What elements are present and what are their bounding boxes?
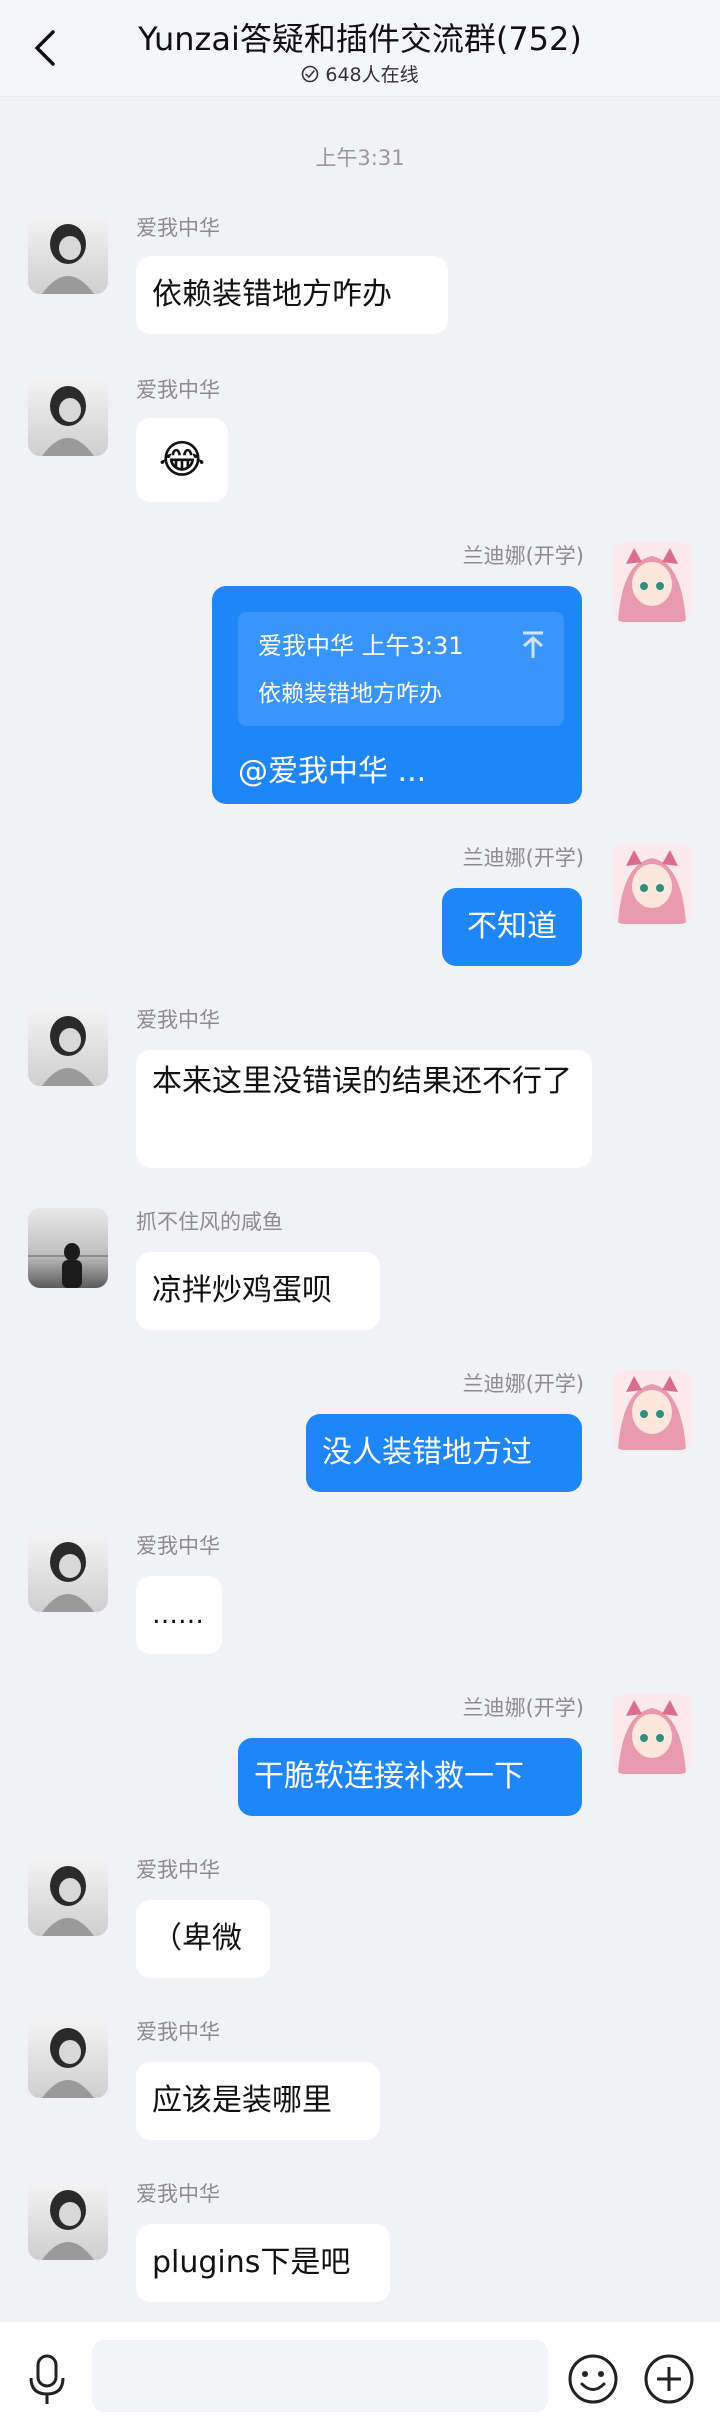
online-status: 648人在线 xyxy=(0,60,720,87)
quote-text: 依赖装错地方咋办 xyxy=(258,681,442,707)
message-bubble[interactable]: …… xyxy=(136,1576,222,1654)
avatar[interactable] xyxy=(28,2018,108,2098)
message-bubble[interactable]: 本来这里没错误的结果还不行了 xyxy=(136,1050,592,1168)
message-bubble[interactable]: 应该是装哪里 xyxy=(136,2062,380,2140)
avatar[interactable] xyxy=(28,1208,108,1288)
online-status-icon xyxy=(302,65,319,82)
sender-name: 兰迪娜(开学) xyxy=(462,1372,584,1396)
voice-button[interactable] xyxy=(22,2352,72,2408)
message-bubble[interactable]: 没人装错地方过 xyxy=(306,1414,582,1492)
message-bubble[interactable]: 干脆软连接补救一下 xyxy=(238,1738,582,1816)
sender-name: 爱我中华 xyxy=(136,378,220,402)
sender-name: 兰迪娜(开学) xyxy=(462,1696,584,1720)
voice-icon xyxy=(29,2354,65,2404)
sender-name: 爱我中华 xyxy=(136,216,220,240)
avatar[interactable] xyxy=(612,1370,692,1450)
quoted-message[interactable]: 爱我中华 上午3:31 依赖装错地方咋办 xyxy=(238,612,564,726)
message-bubble[interactable]: （卑微 xyxy=(136,1900,270,1978)
pin-up-icon xyxy=(523,631,543,658)
sender-name: 兰迪娜(开学) xyxy=(462,846,584,870)
emoji-icon xyxy=(568,2354,618,2404)
more-button[interactable] xyxy=(642,2352,696,2406)
sender-name: 爱我中华 xyxy=(136,2182,220,2206)
avatar[interactable] xyxy=(612,1694,692,1774)
reply-text: @爱我中华 ... xyxy=(238,754,427,789)
group-title[interactable]: Yunzai答疑和插件交流群(752) xyxy=(0,14,720,60)
avatar[interactable] xyxy=(28,1856,108,1936)
emoji-button[interactable] xyxy=(566,2352,620,2406)
avatar[interactable] xyxy=(612,844,692,924)
message-bubble[interactable]: plugins下是吧 xyxy=(136,2224,390,2302)
message-bubble[interactable]: 凉拌炒鸡蛋呗 xyxy=(136,1252,380,1330)
time-divider: 上午3:31 xyxy=(315,146,405,170)
sender-name: 爱我中华 xyxy=(136,1858,220,1882)
quote-header: 爱我中华 上午3:31 xyxy=(258,632,464,660)
plus-icon xyxy=(644,2354,694,2404)
composer-bar xyxy=(0,2322,720,2435)
chat-header: Yunzai答疑和插件交流群(752) 648人在线 xyxy=(0,0,720,97)
avatar[interactable] xyxy=(28,2180,108,2260)
sender-name: 抓不住风的咸鱼 xyxy=(136,1210,283,1234)
online-count: 648人在线 xyxy=(325,64,419,86)
avatar[interactable] xyxy=(28,1006,108,1086)
laughing-emoji-icon: 😂 xyxy=(158,437,206,483)
message-input[interactable] xyxy=(92,2340,548,2412)
emoji-bubble[interactable]: 😂 xyxy=(136,418,228,502)
message-bubble[interactable]: 不知道 xyxy=(442,888,582,966)
avatar[interactable] xyxy=(28,1532,108,1612)
avatar[interactable] xyxy=(612,542,692,622)
message-bubble[interactable]: 依赖装错地方咋办 xyxy=(136,256,448,334)
sender-name: 爱我中华 xyxy=(136,1534,220,1558)
avatar[interactable] xyxy=(28,376,108,456)
sender-name: 兰迪娜(开学) xyxy=(462,544,584,568)
sender-name: 爱我中华 xyxy=(136,2020,220,2044)
sender-name: 爱我中华 xyxy=(136,1008,220,1032)
avatar[interactable] xyxy=(28,214,108,294)
